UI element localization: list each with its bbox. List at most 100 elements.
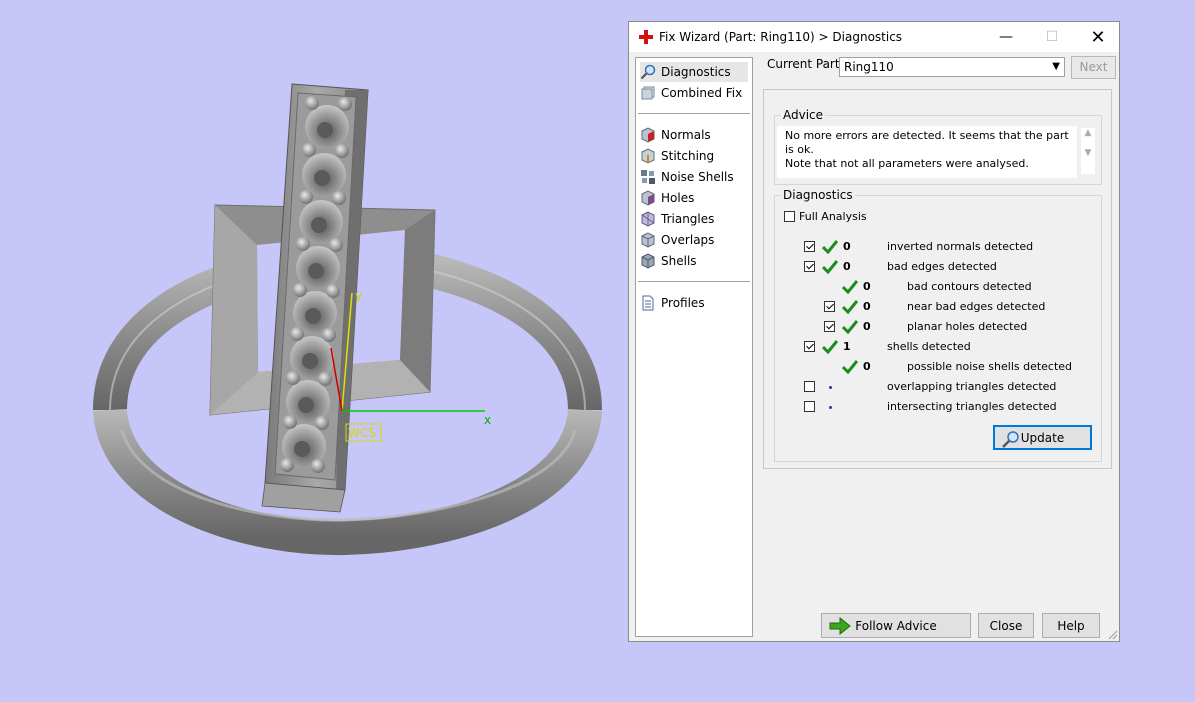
follow-advice-label: Follow Advice	[855, 618, 937, 633]
magnifier-icon	[1002, 431, 1019, 448]
diag-label: possible noise shells detected	[907, 360, 1073, 373]
cube-stitch-icon	[641, 148, 655, 164]
diag-count: 0	[843, 260, 851, 273]
next-button[interactable]: Next	[1071, 56, 1116, 79]
diag-label: near bad edges detected	[907, 300, 1046, 313]
nav-label: Triangles	[661, 212, 715, 226]
nav-item-normals[interactable]: Normals	[640, 125, 748, 145]
layers-icon	[641, 86, 655, 100]
check-icon	[842, 320, 858, 335]
wizard-nav: Diagnostics Combined Fix Normals Stitchi…	[635, 57, 753, 637]
title-bar[interactable]: Fix Wizard (Part: Ring110) > Diagnostics…	[629, 22, 1119, 52]
triangle-icon	[641, 211, 655, 227]
diag-count: 0	[863, 360, 871, 373]
check-icon	[822, 260, 838, 275]
diag-label: bad edges detected	[887, 260, 997, 273]
advice-line: Note that not all parameters were analys…	[785, 157, 1029, 170]
close-button[interactable]: Close	[978, 613, 1034, 638]
advice-group: Advice No more errors are detected. It s…	[774, 108, 1102, 185]
arrow-right-icon	[829, 617, 851, 635]
window-title: Fix Wizard (Part: Ring110) > Diagnostics	[659, 30, 903, 44]
magnifier-icon	[640, 64, 656, 80]
nav-item-combined-fix[interactable]: Combined Fix	[640, 83, 748, 103]
diag-count: 1	[843, 340, 851, 353]
diagnostics-panel: Advice No more errors are detected. It s…	[763, 89, 1112, 469]
follow-advice-button[interactable]: Follow Advice	[821, 613, 971, 638]
not-analysed-dot-icon	[829, 406, 832, 409]
nav-item-holes[interactable]: Holes	[640, 188, 748, 208]
help-button[interactable]: Help	[1042, 613, 1100, 638]
minimize-button[interactable]: —	[983, 22, 1029, 52]
nav-label: Diagnostics	[661, 65, 731, 79]
current-part-dropdown[interactable]: Ring110 ▼	[839, 57, 1065, 77]
fix-wizard-dialog: Fix Wizard (Part: Ring110) > Diagnostics…	[628, 21, 1120, 642]
diag-label: inverted normals detected	[887, 240, 1034, 253]
update-label: Update	[1020, 430, 1065, 445]
nav-item-profiles[interactable]: Profiles	[640, 293, 748, 313]
3d-viewport[interactable]: x y WCS	[0, 0, 620, 702]
diag-label: bad contours detected	[907, 280, 1032, 293]
diag-count: 0	[863, 280, 871, 293]
shell-icon	[641, 253, 655, 269]
advice-title: Advice	[781, 108, 826, 122]
diag-count: 0	[863, 300, 871, 313]
diagnostics-group: Diagnostics Full Analysis 0 inverted nor…	[774, 188, 1102, 462]
not-analysed-dot-icon	[829, 386, 832, 389]
nav-item-shells[interactable]: Shells	[640, 251, 748, 271]
check-icon	[842, 300, 858, 315]
bad-edges-checkbox[interactable]	[804, 261, 815, 272]
nav-item-noise-shells[interactable]: Noise Shells	[640, 167, 748, 187]
diag-label: planar holes detected	[907, 320, 1028, 333]
axis-x-label: x	[484, 413, 491, 427]
close-window-button[interactable]: ✕	[1075, 22, 1121, 52]
check-icon	[842, 360, 858, 375]
chevron-down-icon: ▼	[1052, 61, 1060, 72]
full-analysis-checkbox[interactable]	[784, 211, 795, 222]
nav-label: Overlaps	[661, 233, 715, 247]
maximize-button[interactable]: ☐	[1029, 22, 1075, 52]
nav-item-stitching[interactable]: Stitching	[640, 146, 748, 166]
diag-count: 0	[843, 240, 851, 253]
nav-label: Normals	[661, 128, 711, 142]
red-cross-icon	[639, 30, 653, 44]
full-analysis-label: Full Analysis	[799, 210, 867, 223]
nav-separator	[638, 113, 750, 114]
overlapping-triangles-checkbox[interactable]	[804, 381, 815, 392]
check-icon	[842, 280, 858, 295]
ring-model: x y WCS	[93, 83, 602, 556]
axis-y-label: y	[355, 289, 362, 303]
nav-item-overlaps[interactable]: Overlaps	[640, 230, 748, 250]
nav-label: Noise Shells	[661, 170, 734, 184]
advice-line: No more errors are detected. It seems th…	[785, 129, 1069, 156]
resize-grip-icon[interactable]	[1108, 630, 1118, 640]
overlap-icon	[641, 232, 655, 248]
nav-item-triangles[interactable]: Triangles	[640, 209, 748, 229]
advice-scrollbar[interactable]: ▲ ▼	[1081, 128, 1095, 174]
update-button[interactable]: Update	[993, 425, 1092, 450]
noise-icon	[641, 170, 655, 184]
diag-label: intersecting triangles detected	[887, 400, 1057, 413]
document-icon	[642, 295, 654, 311]
near-bad-edges-checkbox[interactable]	[824, 301, 835, 312]
inverted-normals-checkbox[interactable]	[804, 241, 815, 252]
wcs-label: WCS	[348, 426, 376, 440]
planar-holes-checkbox[interactable]	[824, 321, 835, 332]
intersecting-triangles-checkbox[interactable]	[804, 401, 815, 412]
nav-separator	[638, 281, 750, 282]
diagnostics-title: Diagnostics	[781, 188, 855, 202]
diag-label: shells detected	[887, 340, 971, 353]
advice-text: No more errors are detected. It seems th…	[777, 126, 1077, 178]
nav-item-diagnostics[interactable]: Diagnostics	[640, 62, 748, 82]
current-part-value: Ring110	[844, 60, 894, 74]
cube-red-face-icon	[641, 127, 655, 143]
nav-label: Profiles	[661, 296, 705, 310]
diag-label: overlapping triangles detected	[887, 380, 1057, 393]
nav-label: Holes	[661, 191, 695, 205]
diag-count: 0	[863, 320, 871, 333]
shells-checkbox[interactable]	[804, 341, 815, 352]
check-icon	[822, 340, 838, 355]
current-part-label: Current Part:	[767, 57, 844, 71]
cube-hole-icon	[641, 190, 655, 206]
nav-label: Stitching	[661, 149, 715, 163]
nav-label: Combined Fix	[661, 86, 743, 100]
